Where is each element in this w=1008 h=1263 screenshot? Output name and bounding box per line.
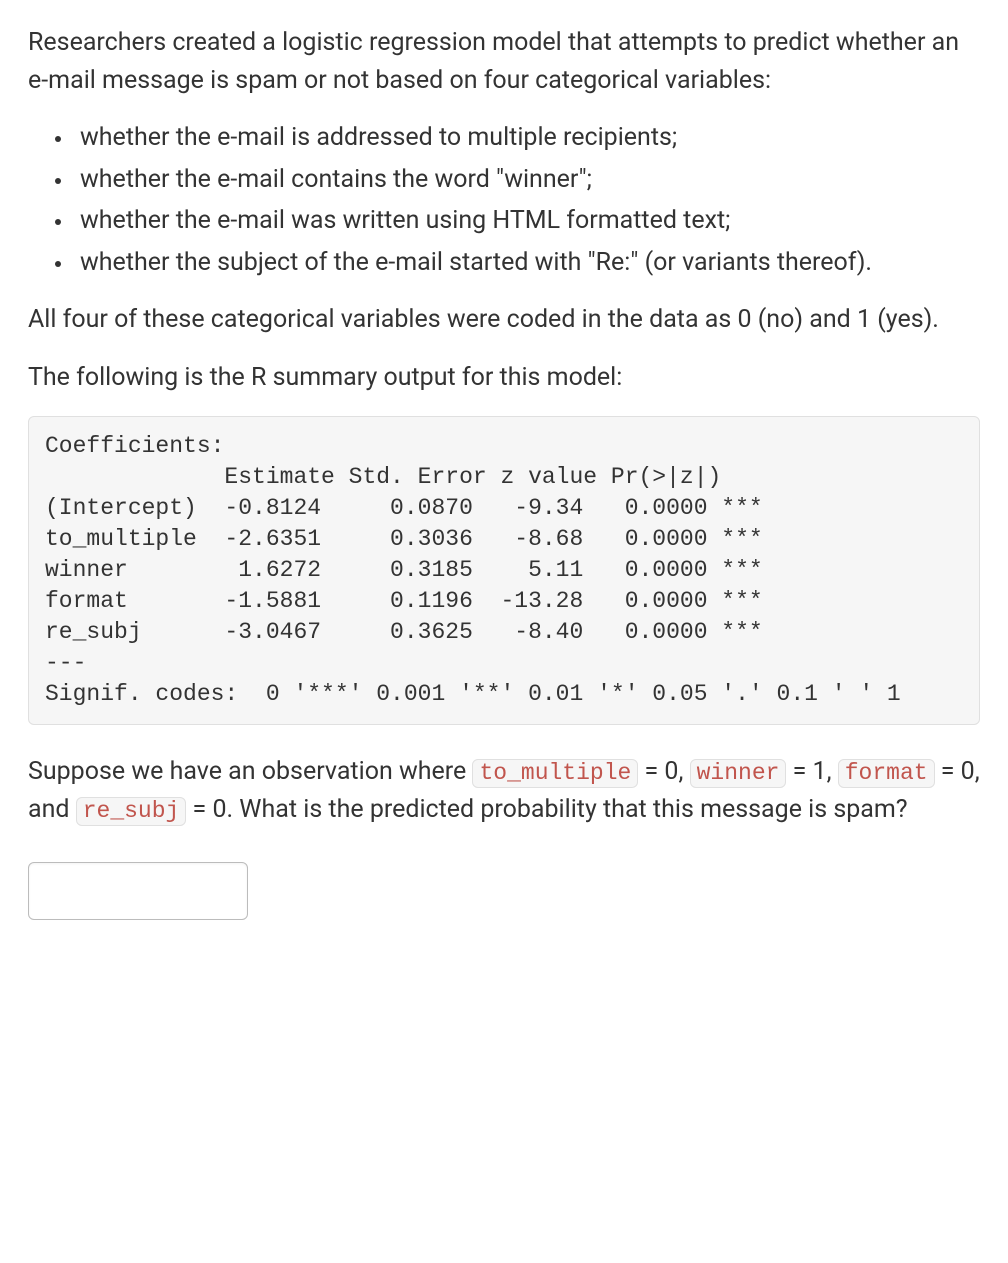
question-text: = 1, bbox=[786, 757, 837, 786]
code-winner: winner bbox=[690, 759, 787, 788]
question-text: = 0. What is the predicted probability t… bbox=[186, 795, 907, 824]
summary-lead: The following is the R summary output fo… bbox=[28, 359, 980, 397]
question-text: = 0, bbox=[638, 757, 689, 786]
code-to-multiple: to_multiple bbox=[472, 759, 638, 788]
code-format: format bbox=[838, 759, 935, 788]
list-item: whether the e-mail contains the word "wi… bbox=[74, 161, 980, 199]
variable-list: whether the e-mail is addressed to multi… bbox=[28, 119, 980, 281]
list-item: whether the subject of the e-mail starte… bbox=[74, 244, 980, 282]
r-output-block: Coefficients: Estimate Std. Error z valu… bbox=[28, 416, 980, 725]
list-item: whether the e-mail was written using HTM… bbox=[74, 202, 980, 240]
intro-paragraph: Researchers created a logistic regressio… bbox=[28, 24, 980, 99]
coding-note: All four of these categorical variables … bbox=[28, 301, 980, 339]
answer-input[interactable] bbox=[28, 862, 248, 920]
list-item: whether the e-mail is addressed to multi… bbox=[74, 119, 980, 157]
question-paragraph: Suppose we have an observation where to_… bbox=[28, 753, 980, 828]
question-text: Suppose we have an observation where bbox=[28, 757, 472, 786]
code-re-subj: re_subj bbox=[76, 797, 187, 826]
